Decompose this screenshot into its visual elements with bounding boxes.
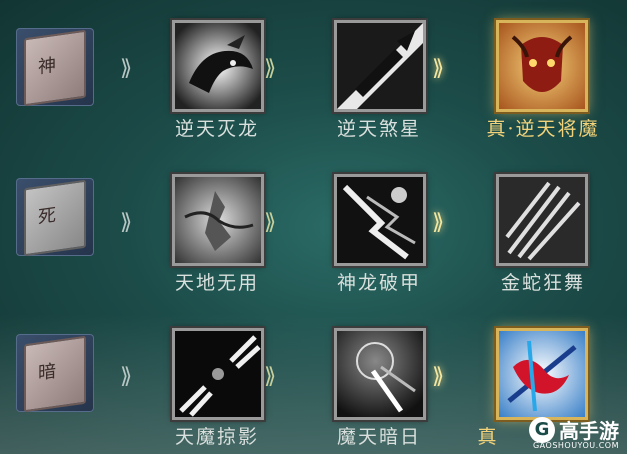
- blood-slash-icon: [499, 331, 585, 417]
- skill-icon-1-3[interactable]: [496, 20, 588, 112]
- skill-name: 金蛇狂舞: [500, 272, 585, 294]
- skill-name-awakened: 真·逆天将魔: [486, 118, 600, 140]
- skill-name: 天地无用: [174, 272, 259, 294]
- arrow-icon: ⟫: [432, 210, 445, 235]
- book-glyph: 暗: [38, 360, 56, 385]
- serpent-blades-icon: [499, 177, 585, 263]
- skill-icon-1-1[interactable]: [172, 20, 264, 112]
- sword-strike-icon: [337, 23, 423, 109]
- skill-name: 天魔掠影: [174, 426, 259, 448]
- dragon-skill-icon: [175, 23, 261, 109]
- skill-row-1: 神 ⟫ 逆天灭龙 ⟫ 逆天煞星 ⟫ 真·逆天将魔: [0, 0, 627, 150]
- skill-book-icon[interactable]: 暗: [16, 334, 94, 413]
- book-glyph: 神: [38, 54, 56, 79]
- watermark-title: 高手游: [559, 419, 619, 443]
- demon-mask-icon: [499, 23, 585, 109]
- arrow-icon: ⟫: [120, 210, 133, 235]
- skill-icon-3-3[interactable]: [496, 328, 588, 420]
- arrow-icon: ⟫: [120, 364, 133, 389]
- arrow-icon: ⟫: [264, 210, 277, 235]
- warrior-figure-icon: [175, 177, 261, 263]
- skill-name: 逆天煞星: [336, 118, 421, 140]
- arrow-icon: ⟫: [120, 56, 133, 81]
- shadow-strike-icon: [175, 331, 261, 417]
- skill-icon-3-1[interactable]: [172, 328, 264, 420]
- arrow-icon: ⟫: [432, 56, 445, 81]
- dragon-armor-icon: [337, 177, 423, 263]
- skill-icon-3-2[interactable]: [334, 328, 426, 420]
- dark-sun-icon: [337, 331, 423, 417]
- skill-icon-1-2[interactable]: [334, 20, 426, 112]
- skill-name-awakened: 真: [477, 426, 499, 448]
- skill-icon-2-3[interactable]: [496, 174, 588, 266]
- watermark-subtitle: GAOSHOUYOU.COM: [532, 441, 619, 450]
- skill-icon-2-2[interactable]: [334, 174, 426, 266]
- skill-icon-2-1[interactable]: [172, 174, 264, 266]
- logo-icon: G: [529, 416, 555, 443]
- skill-name: 神龙破甲: [336, 272, 421, 294]
- skill-book-icon[interactable]: 死: [16, 178, 94, 257]
- watermark-logo: G 高手游 GAOSHOUYOU.COM: [529, 415, 619, 450]
- skill-row-2: 死 ⟫ 天地无用 ⟫ 神龙破甲 ⟫ 金蛇狂舞: [0, 152, 627, 302]
- arrow-icon: ⟫: [264, 364, 277, 389]
- skill-name: 魔天暗日: [336, 426, 421, 448]
- arrow-icon: ⟫: [264, 56, 277, 81]
- skill-name: 逆天灭龙: [174, 118, 259, 140]
- skill-book-icon[interactable]: 神: [16, 28, 94, 107]
- arrow-icon: ⟫: [432, 364, 445, 389]
- book-glyph: 死: [38, 204, 56, 229]
